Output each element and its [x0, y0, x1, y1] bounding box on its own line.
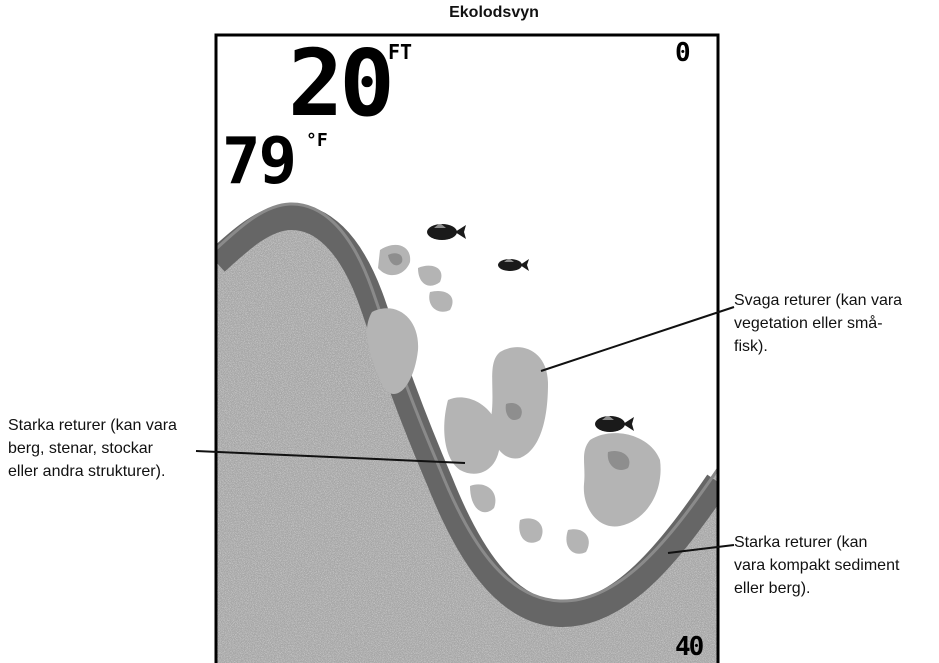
callout-strong-returns-bottom: Starka returer (kan vara kompakt sedimen… [734, 534, 900, 597]
callout-weak-returns: Svaga returer (kan vara vegetation eller… [734, 292, 903, 355]
depth-scale-top: 0 [675, 38, 691, 68]
temperature-unit: °F [306, 130, 328, 151]
callout-strong-returns-structure: Starka returer (kan vara berg, stenar, s… [8, 417, 177, 480]
depth-scale-bottom: 40 [675, 632, 704, 662]
depth-readout: 20 [288, 30, 395, 137]
depth-unit: FT [388, 40, 413, 64]
temperature-readout: 79 [222, 125, 297, 199]
